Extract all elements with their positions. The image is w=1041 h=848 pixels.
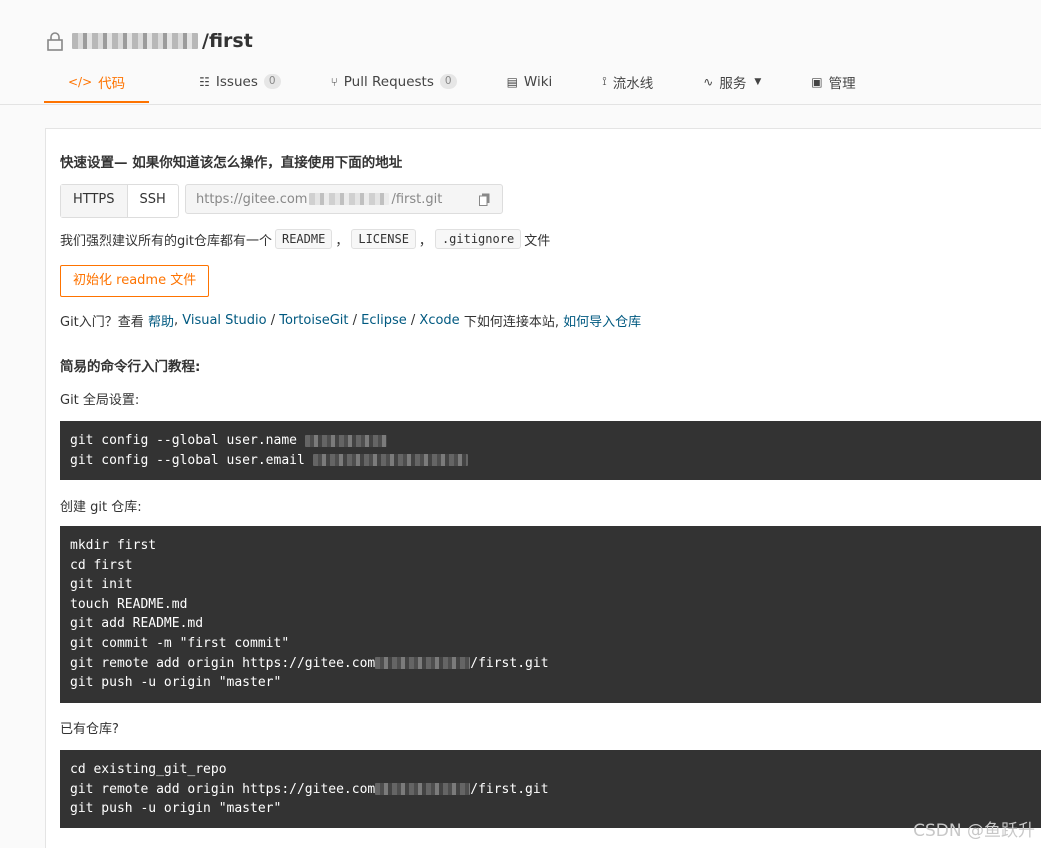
ssh-button[interactable]: SSH: [128, 185, 178, 217]
lock-icon: [47, 32, 63, 51]
tortoisegit-link[interactable]: TortoiseGit: [279, 313, 348, 328]
code-line: git push -u origin "master": [70, 675, 282, 691]
slash-sep: /: [348, 313, 362, 328]
pr-count-badge: 0: [439, 74, 457, 89]
visual-studio-link[interactable]: Visual Studio: [182, 313, 266, 328]
tab-label: 代码: [98, 75, 126, 92]
pipeline-icon: ⟟: [602, 74, 607, 88]
manage-icon: ▣: [811, 74, 823, 89]
tab-label: 管理: [828, 75, 856, 92]
recommend-prefix: 我们强烈建议所有的git仓库都有一个: [60, 233, 272, 249]
watermark: CSDN @鱼跃升: [913, 821, 1035, 841]
tab-code[interactable]: </> 代码: [44, 62, 150, 103]
code-line: cd first: [70, 557, 133, 573]
code-line: git add README.md: [70, 616, 204, 632]
service-icon: ∿: [703, 74, 714, 89]
owner-name-redacted: [72, 33, 198, 49]
issues-icon: ☷: [199, 74, 210, 89]
help-prefix: Git入门？查看: [60, 315, 144, 330]
email-redacted: [312, 454, 468, 467]
pull-request-icon: ⑂: [330, 74, 338, 89]
remote-owner-redacted: [375, 783, 471, 796]
init-readme-button[interactable]: 初始化 readme 文件: [60, 265, 210, 297]
code-line: git push -u origin "master": [70, 801, 282, 817]
license-chip: LICENSE: [351, 229, 416, 249]
slash-sep: /: [266, 313, 280, 328]
tab-label: Issues: [215, 73, 258, 90]
tab-manage[interactable]: ▣ 管理: [807, 62, 859, 101]
existing-repo-code: cd existing_git_repo git remote add orig…: [60, 750, 1041, 828]
import-repo-link[interactable]: 如何导入仓库: [563, 311, 641, 330]
existing-repo-label: 已有仓库?: [60, 722, 119, 737]
remote-owner-redacted: [375, 657, 471, 670]
repo-header: /first </> 代码 ☷ Issues 0 ⑂ Pull Requests…: [0, 0, 1041, 105]
help-line: Git入门？查看 帮助 , Visual Studio / TortoiseGi…: [60, 311, 641, 330]
tab-service[interactable]: ∿ 服务 ▼: [699, 62, 765, 101]
code-icon: </>: [68, 74, 93, 89]
protocol-switch: HTTPS SSH: [60, 184, 179, 218]
xcode-link[interactable]: Xcode: [419, 313, 459, 328]
help-mid: 下如何连接本站,: [463, 315, 559, 330]
https-button[interactable]: HTTPS: [61, 185, 128, 217]
code-line: git remote add origin https://gitee.com: [70, 655, 376, 671]
issues-count-badge: 0: [263, 74, 281, 89]
code-line: git config --global user.name: [70, 433, 305, 448]
gitignore-chip: .gitignore: [434, 229, 522, 249]
repo-name[interactable]: /first: [202, 30, 253, 52]
url-suffix: /first.git: [391, 191, 443, 207]
recommend-suffix: 文件: [524, 233, 551, 249]
comma-sep: ,: [173, 313, 179, 328]
comma-sep: ，: [418, 233, 432, 249]
chevron-down-icon: ▼: [754, 76, 762, 87]
repo-tabs: </> 代码 ☷ Issues 0 ⑂ Pull Requests 0 ▤ Wi…: [44, 62, 902, 103]
code-line-suffix: /first.git: [470, 781, 549, 797]
help-link[interactable]: 帮助: [148, 311, 174, 330]
quick-setup-title: 快速设置— 如果你知道该怎么操作，直接使用下面的地址: [60, 155, 403, 171]
code-line-suffix: /first.git: [470, 655, 549, 671]
global-settings-code: git config --global user.name git config…: [60, 421, 1041, 480]
copy-icon[interactable]: [479, 193, 490, 206]
recommend-files-line: 我们强烈建议所有的git仓库都有一个 README ， LICENSE ， .g…: [60, 229, 550, 249]
username-redacted: [304, 434, 387, 447]
code-line: git commit -m "first commit": [70, 635, 290, 651]
code-line: touch README.md: [70, 596, 188, 612]
tab-pull-requests[interactable]: ⑂ Pull Requests 0: [327, 62, 461, 101]
code-line: git init: [70, 577, 133, 593]
tab-label: 流水线: [612, 75, 654, 92]
url-prefix: https://gitee.com: [196, 191, 308, 207]
create-repo-label: 创建 git 仓库:: [60, 500, 142, 515]
tab-pipeline[interactable]: ⟟ 流水线: [598, 62, 657, 101]
create-repo-code: mkdir first cd first git init touch READ…: [60, 526, 1041, 703]
quick-setup-panel: 快速设置— 如果你知道该怎么操作，直接使用下面的地址 HTTPS SSH htt…: [45, 128, 1041, 848]
repo-title: /first: [44, 28, 253, 54]
code-line: mkdir first: [70, 538, 157, 553]
slash-sep: /: [406, 313, 420, 328]
url-owner-redacted: [309, 193, 390, 205]
tutorial-title: 简易的命令行入门教程:: [60, 359, 201, 375]
global-settings-label: Git 全局设置:: [60, 393, 140, 408]
code-line: git config --global user.email: [70, 452, 313, 468]
tab-issues[interactable]: ☷ Issues 0: [195, 62, 284, 101]
tab-label: 服务: [719, 75, 747, 92]
code-line: git remote add origin https://gitee.com: [70, 781, 376, 797]
tab-wiki[interactable]: ▤ Wiki: [503, 62, 557, 101]
code-line: cd existing_git_repo: [70, 762, 227, 777]
readme-chip: README: [274, 229, 333, 249]
wiki-icon: ▤: [506, 74, 518, 89]
comma-sep: ，: [335, 233, 349, 249]
tab-label: Pull Requests: [343, 73, 434, 90]
eclipse-link[interactable]: Eclipse: [361, 313, 407, 328]
tab-label: Wiki: [523, 73, 553, 90]
clone-url-field[interactable]: https://gitee.com /first.git: [185, 184, 503, 214]
